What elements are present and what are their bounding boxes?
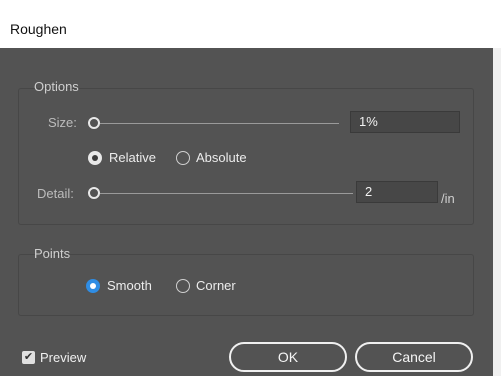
smooth-label[interactable]: Smooth bbox=[107, 278, 152, 293]
detail-slider-track[interactable] bbox=[99, 193, 353, 194]
detail-label: Detail: bbox=[37, 186, 74, 201]
window-edge bbox=[493, 48, 501, 376]
ok-button[interactable]: OK bbox=[229, 342, 347, 372]
detail-unit: /in bbox=[441, 191, 455, 206]
preview-label[interactable]: Preview bbox=[40, 350, 86, 365]
cancel-button[interactable]: Cancel bbox=[355, 342, 473, 372]
size-slider-thumb[interactable] bbox=[88, 117, 100, 129]
roughen-dialog: Options Size: 1% Relative Absolute Detai… bbox=[0, 48, 493, 376]
options-group-label: Options bbox=[34, 79, 79, 94]
corner-radio[interactable] bbox=[176, 279, 190, 293]
corner-label[interactable]: Corner bbox=[196, 278, 236, 293]
points-group-label: Points bbox=[34, 246, 71, 261]
absolute-radio[interactable] bbox=[176, 151, 190, 165]
relative-label[interactable]: Relative bbox=[109, 150, 156, 165]
checkmark-icon: ✔ bbox=[23, 351, 34, 363]
size-slider-track[interactable] bbox=[99, 123, 339, 124]
detail-input[interactable]: 2 bbox=[356, 181, 438, 203]
dialog-title: Roughen bbox=[10, 21, 67, 37]
absolute-label[interactable]: Absolute bbox=[196, 150, 247, 165]
relative-radio[interactable] bbox=[88, 151, 102, 165]
smooth-radio[interactable] bbox=[86, 279, 100, 293]
size-label: Size: bbox=[48, 115, 77, 130]
detail-slider-thumb[interactable] bbox=[88, 187, 100, 199]
size-input[interactable]: 1% bbox=[350, 111, 460, 133]
dialog-title-bar: Roughen bbox=[0, 0, 501, 48]
preview-checkbox[interactable]: ✔ bbox=[22, 351, 35, 364]
